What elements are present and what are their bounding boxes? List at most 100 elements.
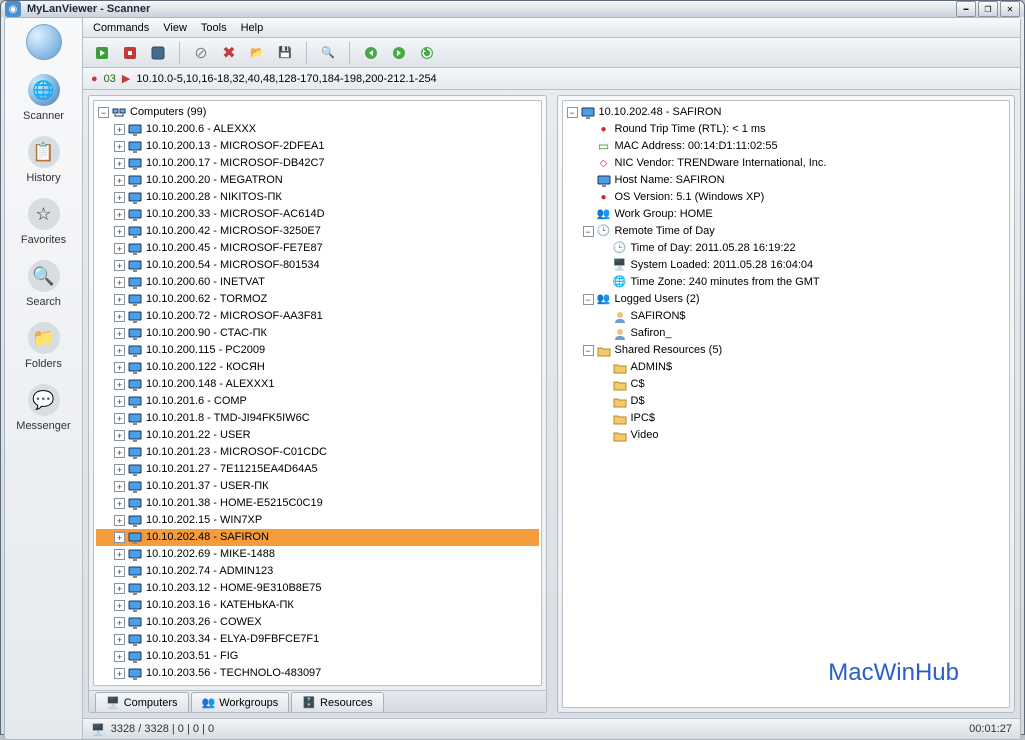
tree-row[interactable]: +10.10.200.60 - INETVAT [96, 274, 539, 291]
collapse-icon[interactable]: − [583, 345, 594, 356]
expand-icon[interactable]: + [114, 617, 125, 628]
details-tree[interactable]: −10.10.202.48 - SAFIRON●Round Trip Time … [562, 100, 1011, 708]
tree-row[interactable]: +10.10.200.17 - MICROSOF-DB42C7 [96, 155, 539, 172]
expand-icon[interactable]: + [114, 158, 125, 169]
expand-icon[interactable]: + [114, 260, 125, 271]
sidebar-item-scanner[interactable]: 🌐 Scanner [5, 66, 82, 128]
tree-row[interactable]: +10.10.203.12 - HOME-9E310B8E75 [96, 580, 539, 597]
open-folder-button[interactable]: 📂 [246, 42, 268, 64]
expand-icon[interactable]: + [114, 651, 125, 662]
expand-icon[interactable]: + [114, 175, 125, 186]
tree-row[interactable]: Host Name: SAFIRON [565, 172, 1008, 189]
sidebar-item-messenger[interactable]: 💬 Messenger [5, 376, 82, 438]
tree-row[interactable]: +10.10.200.62 - TORMOZ [96, 291, 539, 308]
expand-icon[interactable]: + [114, 498, 125, 509]
expand-icon[interactable]: + [114, 345, 125, 356]
minimize-button[interactable]: ━ [956, 1, 976, 17]
expand-icon[interactable]: + [114, 243, 125, 254]
tree-row[interactable]: +10.10.200.90 - СТАС-ПК [96, 325, 539, 342]
tree-row[interactable]: +10.10.202.48 - SAFIRON [96, 529, 539, 546]
tree-row[interactable]: +10.10.200.72 - MICROSOF-AA3F81 [96, 308, 539, 325]
tab-computers[interactable]: 🖥️Computers [95, 692, 189, 712]
expand-icon[interactable]: + [114, 515, 125, 526]
rescan-button[interactable] [147, 42, 169, 64]
expand-icon[interactable]: + [114, 566, 125, 577]
maximize-button[interactable]: ❐ [978, 1, 998, 17]
save-button[interactable]: 💾 [274, 42, 296, 64]
menu-help[interactable]: Help [241, 22, 264, 34]
expand-icon[interactable]: + [114, 294, 125, 305]
tree-row[interactable]: −👥Logged Users (2) [565, 291, 1008, 308]
tab-resources[interactable]: 🗄️Resources [291, 692, 383, 712]
expand-icon[interactable]: + [114, 379, 125, 390]
scan-stop-button[interactable] [119, 42, 141, 64]
tree-row[interactable]: +10.10.200.6 - ALEXXX [96, 121, 539, 138]
sidebar-item-search[interactable]: 🔍 Search [5, 252, 82, 314]
tree-row[interactable]: +10.10.200.122 - КОСЯН [96, 359, 539, 376]
expand-icon[interactable]: + [114, 481, 125, 492]
expand-icon[interactable]: + [114, 549, 125, 560]
tab-workgroups[interactable]: 👥Workgroups [191, 692, 290, 712]
tree-row[interactable]: −Shared Resources (5) [565, 342, 1008, 359]
zoom-button[interactable]: 🔍 [317, 42, 339, 64]
disable-icon[interactable]: ⊘ [190, 42, 212, 64]
tree-row[interactable]: +10.10.200.42 - MICROSOF-3250E7 [96, 223, 539, 240]
tree-row[interactable]: +10.10.202.15 - WIN7XP [96, 512, 539, 529]
tree-row[interactable]: SAFIRON$ [565, 308, 1008, 325]
collapse-icon[interactable]: − [567, 107, 578, 118]
tree-row[interactable]: +10.10.200.148 - ALEXXX1 [96, 376, 539, 393]
tree-row[interactable]: Safiron_ [565, 325, 1008, 342]
tree-row[interactable]: +10.10.203.26 - COWEX [96, 614, 539, 631]
tree-row[interactable]: +10.10.200.33 - MICROSOF-AC614D [96, 206, 539, 223]
tree-row[interactable]: 🖥️System Loaded: 2011.05.28 16:04:04 [565, 257, 1008, 274]
expand-icon[interactable]: + [114, 583, 125, 594]
expand-icon[interactable]: + [114, 396, 125, 407]
tree-row[interactable]: +10.10.200.20 - MEGATRON [96, 172, 539, 189]
tree-row[interactable]: 🕒Time of Day: 2011.05.28 16:19:22 [565, 240, 1008, 257]
expand-icon[interactable]: + [114, 362, 125, 373]
delete-button[interactable]: ✖ [218, 42, 240, 64]
tree-row[interactable]: +10.10.200.54 - MICROSOF-801534 [96, 257, 539, 274]
tree-row[interactable]: C$ [565, 376, 1008, 393]
computers-tree[interactable]: −Computers (99)+10.10.200.6 - ALEXXX+10.… [93, 100, 542, 686]
refresh-button[interactable] [416, 42, 438, 64]
tree-row[interactable]: +10.10.201.27 - 7E11215EA4D64A5 [96, 461, 539, 478]
tree-row[interactable]: +10.10.203.34 - ELYA-D9FBFCE7F1 [96, 631, 539, 648]
expand-icon[interactable]: + [114, 311, 125, 322]
tree-row[interactable]: +10.10.202.74 - ADMIN123 [96, 563, 539, 580]
tree-row[interactable]: +10.10.201.22 - USER [96, 427, 539, 444]
sidebar-item-favorites[interactable]: ☆ Favorites [5, 190, 82, 252]
scan-start-button[interactable] [91, 42, 113, 64]
tree-row[interactable]: 👥Work Group: HOME [565, 206, 1008, 223]
collapse-icon[interactable]: − [583, 294, 594, 305]
tree-row[interactable]: +10.10.200.45 - MICROSOF-FE7E87 [96, 240, 539, 257]
tree-row[interactable]: +10.10.201.37 - USER-ПК [96, 478, 539, 495]
tree-row[interactable]: ●Round Trip Time (RTL): < 1 ms [565, 121, 1008, 138]
close-button[interactable]: ✕ [1000, 1, 1020, 17]
expand-icon[interactable]: + [114, 277, 125, 288]
tree-row[interactable]: −10.10.202.48 - SAFIRON [565, 104, 1008, 121]
tree-row[interactable]: +10.10.201.6 - COMP [96, 393, 539, 410]
back-button[interactable] [360, 42, 382, 64]
tree-row[interactable]: +10.10.203.56 - TECHNOLO-483097 [96, 665, 539, 682]
menu-tools[interactable]: Tools [201, 22, 227, 34]
collapse-icon[interactable]: − [98, 107, 109, 118]
expand-icon[interactable]: + [114, 328, 125, 339]
expand-icon[interactable]: + [114, 192, 125, 203]
expand-icon[interactable]: + [114, 600, 125, 611]
tree-row[interactable]: 🌐Time Zone: 240 minutes from the GMT [565, 274, 1008, 291]
expand-icon[interactable]: + [114, 532, 125, 543]
tree-row[interactable]: Video [565, 427, 1008, 444]
expand-icon[interactable]: + [114, 634, 125, 645]
expand-icon[interactable]: + [114, 668, 125, 679]
expand-icon[interactable]: + [114, 447, 125, 458]
tree-row[interactable]: +10.10.201.38 - HOME-E5215C0C19 [96, 495, 539, 512]
sidebar-item-folders[interactable]: 📁 Folders [5, 314, 82, 376]
tree-row[interactable]: IPC$ [565, 410, 1008, 427]
tree-row[interactable]: +10.10.202.69 - MIKE-1488 [96, 546, 539, 563]
tree-row[interactable]: +10.10.200.115 - PC2009 [96, 342, 539, 359]
expand-icon[interactable]: + [114, 141, 125, 152]
tree-row[interactable]: +10.10.201.23 - MICROSOF-C01CDC [96, 444, 539, 461]
tree-row[interactable]: D$ [565, 393, 1008, 410]
expand-icon[interactable]: + [114, 464, 125, 475]
